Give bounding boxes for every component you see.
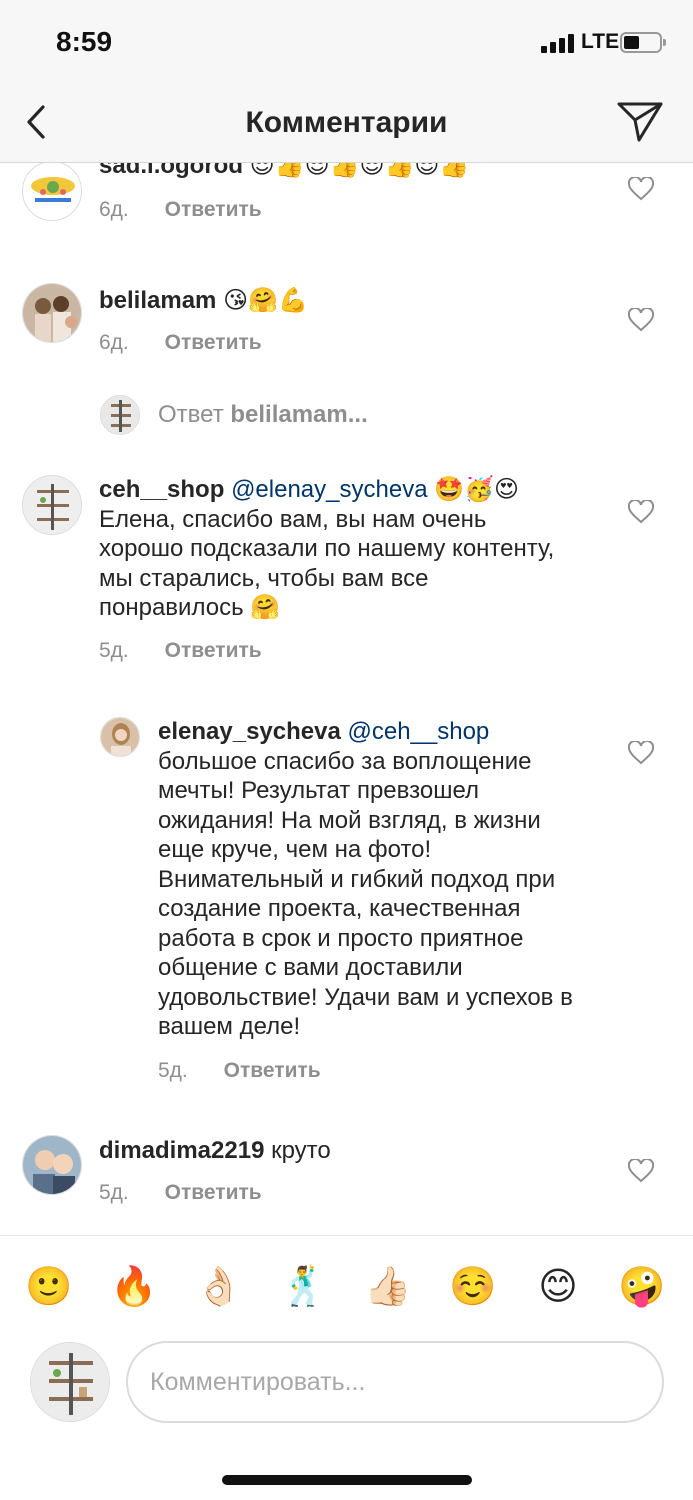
comment-text: elenay_sycheva @ceh__shop большое спасиб…	[158, 717, 588, 1042]
comment-age: 5д.	[158, 1059, 188, 1082]
comment-text: belilamam 😘🤗💪	[99, 286, 308, 316]
reply-button[interactable]: Ответить	[165, 198, 262, 221]
heart-icon[interactable]	[628, 741, 654, 765]
comment-input[interactable]	[126, 1341, 664, 1423]
reply-button[interactable]: Ответить	[165, 639, 262, 662]
emoji-relaxed-button[interactable]: ☺️	[449, 1262, 497, 1310]
comment-body: Елена, спасибо вам, вы нам очень хорошо …	[99, 505, 555, 622]
emoji-blush-button[interactable]: 😊	[534, 1262, 582, 1310]
comment-meta: 6д. Ответить	[99, 331, 262, 355]
comment-meta: 6д. Ответить	[99, 198, 262, 222]
top-nav-bar: Комментарии	[0, 88, 693, 163]
comment-body: большое спасибо за воплощение мечты! Рез…	[158, 747, 573, 1041]
view-replies-text: Ответ belilamam...	[158, 401, 368, 429]
comment-body: 😎👍😎👍😎👍😎👍	[249, 163, 470, 179]
avatar[interactable]	[22, 1135, 82, 1195]
current-user-avatar	[30, 1342, 110, 1422]
comment-emojis: 🤩🥳😍	[434, 475, 520, 503]
page-title: Комментарии	[245, 106, 448, 139]
view-replies-label: Ответ	[158, 401, 224, 428]
comment-item: ceh__shop @elenay_sycheva 🤩🥳😍 Елена, спа…	[0, 475, 693, 665]
comment-item: sad.i.ogorod 😎👍😎👍😎👍😎👍 6д. Ответить	[0, 163, 693, 243]
emoji-slightly-smiling-button[interactable]: 🙂	[25, 1262, 73, 1310]
heart-icon[interactable]	[628, 177, 654, 201]
comment-username[interactable]: sad.i.ogorod	[99, 163, 243, 179]
comment-text: ceh__shop @elenay_sycheva 🤩🥳😍 Елена, спа…	[99, 475, 569, 623]
comment-mention[interactable]: @ceh__shop	[347, 718, 489, 745]
emoji-ok-hand-button[interactable]: 👌🏻	[195, 1262, 243, 1310]
comment-meta: 5д. Ответить	[99, 639, 262, 663]
emoji-dancer-button[interactable]: 🕺	[280, 1262, 328, 1310]
comment-text: dimadima2219 круто	[99, 1136, 331, 1166]
avatar[interactable]	[100, 717, 140, 757]
emoji-zany-face-button[interactable]: 🤪	[618, 1262, 666, 1310]
comment-item: dimadima2219 круто 5д. Ответить	[0, 1135, 693, 1235]
avatar[interactable]	[22, 283, 82, 343]
comment-username[interactable]: ceh__shop	[99, 476, 224, 503]
reply-button[interactable]: Ответить	[165, 1181, 262, 1204]
quick-emoji-bar: 🙂 🔥 👌🏻 🕺 👍🏻 ☺️ 😊 🤪	[0, 1235, 693, 1335]
comment-username[interactable]: dimadima2219	[99, 1137, 264, 1164]
cellular-signal-icon	[541, 33, 575, 53]
status-bar: 8:59 LTE	[0, 0, 693, 88]
status-time: 8:59	[56, 26, 113, 57]
comment-body: круто	[271, 1137, 331, 1164]
comment-age: 5д.	[99, 639, 129, 662]
heart-icon[interactable]	[628, 308, 654, 332]
comment-body-emoji: 🤗	[250, 593, 281, 621]
heart-icon[interactable]	[628, 500, 654, 524]
heart-icon[interactable]	[628, 1159, 654, 1183]
comment-body: 😘🤗💪	[223, 286, 308, 314]
comment-list[interactable]: sad.i.ogorod 😎👍😎👍😎👍😎👍 6д. Ответить belil…	[0, 163, 693, 1235]
reply-button[interactable]: Ответить	[165, 331, 262, 354]
emoji-fire-button[interactable]: 🔥	[110, 1262, 158, 1310]
view-replies-user: belilamam...	[230, 401, 368, 428]
comment-composer	[0, 1335, 693, 1500]
reply-button[interactable]: Ответить	[224, 1059, 321, 1082]
avatar[interactable]	[22, 475, 82, 535]
reply-item: elenay_sycheva @ceh__shop большое спасиб…	[0, 717, 693, 1097]
comment-age: 5д.	[99, 1181, 129, 1204]
avatar	[100, 395, 140, 435]
comment-age: 6д.	[99, 198, 129, 221]
comment-meta: 5д. Ответить	[158, 1059, 321, 1083]
comment-username[interactable]: belilamam	[99, 287, 216, 314]
paper-plane-icon[interactable]	[616, 100, 664, 144]
comment-text: sad.i.ogorod 😎👍😎👍😎👍😎👍	[99, 163, 469, 181]
comment-item: belilamam 😘🤗💪 6д. Ответить Ответ belilam…	[0, 283, 693, 443]
emoji-thumbs-up-button[interactable]: 👍🏻	[364, 1262, 412, 1310]
comment-username[interactable]: elenay_sycheva	[158, 718, 341, 745]
home-indicator	[222, 1475, 472, 1485]
network-type: LTE	[581, 30, 620, 53]
battery-icon	[620, 32, 666, 53]
avatar[interactable]	[22, 163, 82, 221]
comment-meta: 5д. Ответить	[99, 1181, 262, 1205]
comment-mention[interactable]: @elenay_sycheva	[231, 476, 427, 503]
comment-age: 6д.	[99, 331, 129, 354]
